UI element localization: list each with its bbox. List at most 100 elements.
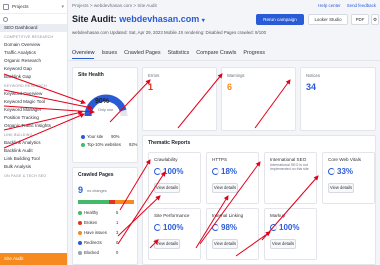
tab-bar: Overview Issues Crawled Pages Statistics Com… (72, 50, 265, 59)
progress-ring-icon (328, 168, 335, 175)
row-value: 3 (116, 230, 119, 235)
sidebar-search[interactable] (0, 14, 67, 24)
help-center-link[interactable]: Help center (318, 3, 340, 8)
crawled-pages-bar (78, 200, 134, 204)
errors-value[interactable]: 1 (148, 82, 153, 92)
report-name: International SEO (270, 157, 307, 162)
looker-studio-button[interactable]: Looker Studio (308, 14, 348, 25)
notices-card[interactable]: Notices 34 (300, 67, 376, 131)
sidebar-item[interactable]: Keyword Magic Tool (0, 98, 67, 106)
report-name: Markup (270, 213, 286, 218)
sidebar-list: SEO Dashboard COMPETITIVE RESEARCH Domain … (0, 24, 67, 180)
page-title-text: Site Audit: (72, 14, 117, 24)
crawled-pages-row[interactable]: Healthy 5 (78, 210, 118, 215)
view-details-button[interactable]: View details (154, 239, 180, 249)
warnings-value[interactable]: 6 (227, 82, 232, 92)
sidebar-item[interactable]: Keyword Gap (0, 65, 67, 73)
row-label: Blocked (84, 250, 99, 255)
thematic-report-card[interactable]: Markup 100% View details (264, 208, 317, 260)
warnings-label: Warnings (227, 73, 245, 78)
progress-ring-icon (212, 224, 219, 231)
thematic-report-card[interactable]: HTTPS 18% View details (206, 152, 259, 204)
audit-meta: webdevhasan.com Updated: Sat, Apr 29, 20… (72, 30, 267, 35)
view-details-button[interactable]: View details (212, 183, 238, 193)
report-name: Site Performance (154, 213, 190, 218)
sidebar-section-label: LINK BUILDING (4, 133, 33, 137)
chevron-down-icon: ▾ (61, 3, 64, 10)
sidebar-item[interactable]: Keyword Overview (0, 90, 67, 98)
report-note: International SEO is not implemented on … (270, 163, 309, 172)
main-area: Projects > webdevhasan.com > Site Audit … (3, 0, 380, 265)
report-name: HTTPS (212, 157, 228, 162)
sidebar: Projects ▾ SEO Dashboard COMPETITIVE RESE… (0, 0, 68, 265)
tab-issues[interactable]: Issues (101, 50, 117, 59)
sidebar-item[interactable]: Backlink Audit (0, 147, 67, 155)
legend-label: Top-10% websites (87, 142, 121, 147)
tab-crawled-pages[interactable]: Crawled Pages (124, 50, 161, 59)
projects-header[interactable]: Projects ▾ (0, 0, 67, 14)
thematic-report-card[interactable]: International SEO International SEO is no… (264, 152, 317, 204)
crawled-pages-row[interactable]: Broken 1 (78, 220, 118, 225)
view-details-button[interactable]: View details (270, 239, 296, 249)
sidebar-item-site-audit[interactable]: Site Audit (0, 253, 67, 265)
crawled-pages-title: Crawled Pages (78, 172, 114, 178)
report-value: 100% (154, 167, 183, 176)
progress-ring-icon (270, 224, 277, 231)
sidebar-item[interactable]: Organic Research (0, 57, 67, 65)
sidebar-item[interactable]: Link Building Tool (0, 155, 67, 163)
sidebar-item[interactable]: Traffic Analytics (0, 49, 67, 57)
thematic-report-card[interactable]: Core Web Vitals 33% View details (322, 152, 375, 204)
report-value: 98% (212, 223, 237, 232)
sidebar-item[interactable]: Backlink Gap (0, 73, 67, 81)
breadcrumb[interactable]: Projects > webdevhasan.com > Site Audit (72, 3, 157, 8)
page-title: Site Audit: webdevhasan.com ▾ (72, 14, 205, 24)
site-health-sub: Only one (98, 108, 114, 112)
report-name: Core Web Vitals (328, 157, 362, 162)
sidebar-item[interactable]: Backlink Analytics (0, 139, 67, 147)
view-details-button[interactable]: View details (328, 183, 354, 193)
tab-statistics[interactable]: Statistics (168, 50, 190, 59)
thematic-report-card[interactable]: Site Performance 100% View details (148, 208, 201, 260)
sidebar-section-label: COMPETITIVE RESEARCH (4, 35, 54, 39)
view-details-button[interactable]: View details (212, 239, 238, 249)
site-health-legend-row: Your site 90% (81, 134, 120, 139)
warnings-card[interactable]: Warnings 6 (221, 67, 296, 131)
crawled-pages-row[interactable]: Have issues 3 (78, 230, 118, 235)
crawled-pages-row[interactable]: Redirects 0 (78, 240, 118, 245)
thematic-report-card[interactable]: Internal Linking 98% View details (206, 208, 259, 260)
sidebar-item[interactable]: Position Tracking (0, 114, 67, 122)
site-health-value: 90% (95, 98, 110, 105)
pdf-button[interactable]: PDF (351, 14, 369, 25)
sidebar-item[interactable]: Organic Traffic Insights (0, 122, 67, 130)
crawled-pages-row[interactable]: Blocked 0 (78, 250, 118, 255)
report-name: Crawlability (154, 157, 178, 162)
row-label: Redirects (84, 240, 102, 245)
report-value: 100% (154, 223, 183, 232)
view-details-button[interactable]: View details (154, 183, 180, 193)
crawled-pages-card: Crawled Pages 9 no changes Healthy 5 Broke… (72, 167, 138, 265)
sidebar-item[interactable]: Keyword Manager (0, 106, 67, 114)
crawled-pages-count[interactable]: 9 (78, 185, 83, 195)
home-icon (3, 3, 9, 10)
tab-progress[interactable]: Progress (243, 50, 265, 59)
report-name: Internal Linking (212, 213, 244, 218)
thematic-reports-title: Thematic Reports (148, 140, 191, 146)
sidebar-item[interactable]: Bulk Analysis (0, 163, 67, 171)
thematic-report-card[interactable]: Crawlability 100% View details (148, 152, 201, 204)
notices-value[interactable]: 34 (306, 82, 316, 92)
settings-icon[interactable]: ⚙ (371, 14, 379, 25)
tab-overview[interactable]: Overview (72, 50, 95, 59)
domain-selector[interactable]: webdevhasan.com (119, 14, 199, 24)
report-value: 18% (212, 167, 237, 176)
send-feedback-link[interactable]: Send feedback (347, 3, 376, 8)
sidebar-item[interactable]: Domain Overview (0, 41, 67, 49)
sidebar-item[interactable]: SEO Dashboard (0, 24, 67, 32)
tab-compare-crawls[interactable]: Compare Crawls (196, 50, 236, 59)
status-dot (78, 220, 82, 225)
errors-label: Errors (148, 73, 160, 78)
row-value: 5 (116, 210, 119, 215)
chevron-down-icon[interactable]: ▾ (202, 18, 205, 24)
errors-card[interactable]: Errors 1 (142, 67, 217, 131)
tabs-divider (68, 60, 380, 61)
rerun-campaign-button[interactable]: Rerun campaign (256, 14, 304, 25)
